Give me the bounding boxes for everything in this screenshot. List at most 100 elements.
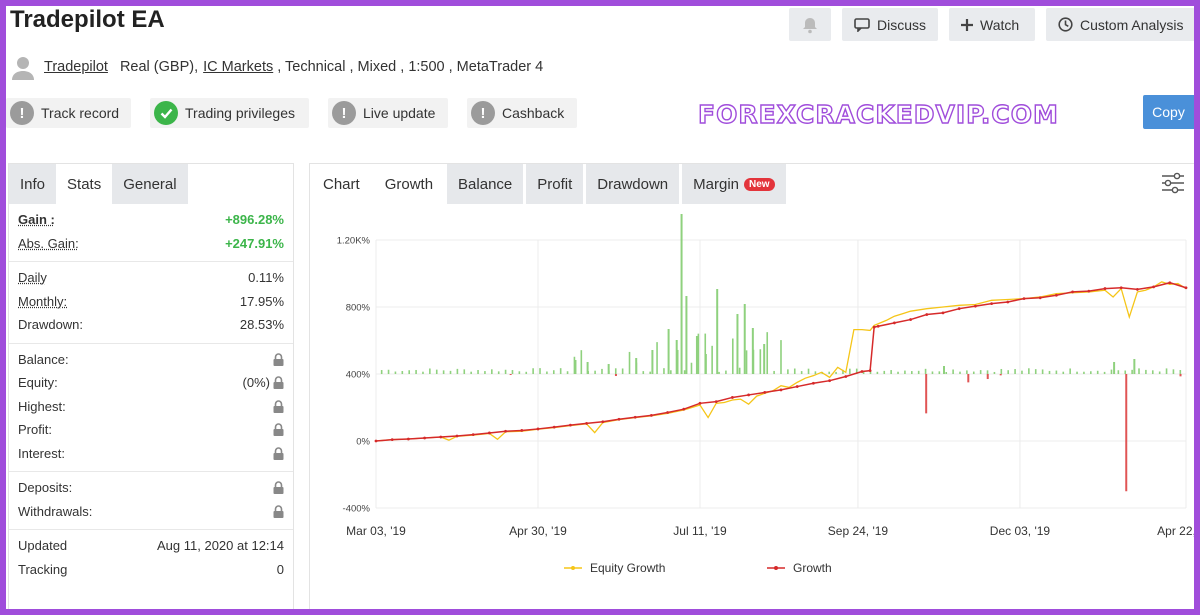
growth-point — [747, 393, 750, 397]
profit-bar — [685, 296, 688, 374]
growth-point — [666, 411, 669, 414]
custom-analysis-button[interactable]: Custom Analysis — [1046, 8, 1194, 41]
tab-drawdown[interactable]: Drawdown — [586, 164, 680, 204]
profit-bar — [380, 370, 383, 374]
profit-bar — [1138, 368, 1140, 374]
growth-point — [714, 400, 718, 404]
meta-section: Updated Aug 11, 2020 at 12:14 Tracking 0 — [9, 530, 293, 587]
discuss-button[interactable]: Discuss — [842, 8, 938, 41]
avatar — [10, 54, 36, 80]
profit-bar — [580, 350, 583, 374]
loss-bar — [925, 374, 928, 414]
abs-gain-label[interactable]: Abs. Gain: — [18, 236, 79, 251]
profit-bar — [945, 371, 948, 374]
custom-analysis-label: Custom Analysis — [1080, 16, 1184, 33]
badge-label: Trading privileges — [185, 105, 295, 121]
lock-icon — [273, 481, 284, 495]
plus-icon — [961, 18, 973, 31]
badge-label: Cashback — [502, 105, 565, 121]
profit-bar — [1131, 369, 1133, 374]
balance-label: Balance: — [18, 351, 69, 367]
tab-profit[interactable]: Profit — [526, 164, 584, 204]
y-tick-label: 400% — [346, 370, 371, 381]
profit-bar — [731, 338, 734, 374]
growth-point — [860, 370, 864, 373]
growth-point — [488, 431, 491, 435]
profit-bar — [635, 358, 638, 374]
badge-cashback[interactable]: ! Cashback — [467, 98, 577, 128]
loss-bar — [967, 374, 970, 383]
profit-bar — [911, 371, 913, 374]
profit-bar — [1124, 370, 1127, 374]
profit-bar — [642, 371, 645, 374]
x-tick-label: Jul 11, '19 — [673, 524, 727, 538]
growth-point — [455, 434, 459, 438]
copy-button[interactable]: Copy — [1143, 95, 1194, 129]
growth-point — [795, 385, 799, 388]
profit-bar — [621, 368, 624, 374]
profit-bar — [518, 371, 521, 374]
watch-button[interactable]: Watch — [949, 8, 1035, 41]
profit-bar — [1083, 371, 1085, 374]
loss-bar — [509, 374, 512, 376]
growth-point — [390, 438, 394, 442]
growth-point — [1038, 296, 1042, 300]
profit-bar — [680, 214, 683, 374]
profit-bar — [1172, 369, 1175, 374]
growth-point — [990, 302, 993, 306]
tab-growth[interactable]: Growth — [374, 164, 444, 204]
rates-section: Daily 0.11% Monthly: 17.95% Drawdown: 28… — [9, 262, 293, 344]
tab-margin-label: Margin — [693, 175, 740, 193]
x-tick-label: Sep 24, '19 — [828, 524, 889, 538]
tracking-value: 0 — [276, 561, 284, 577]
profit-bar — [491, 369, 493, 374]
discuss-label: Discuss — [877, 16, 927, 33]
profit-bar — [539, 368, 541, 374]
page-frame: Tradepilot EA Discuss Watch Custom Analy… — [6, 6, 1194, 609]
tab-general[interactable]: General — [112, 164, 188, 204]
tab-chart[interactable]: Chart — [310, 164, 371, 204]
badge-track-record[interactable]: ! Track record — [6, 98, 131, 128]
gain-row: Gain : +896.28% — [18, 208, 284, 232]
profit-bar — [959, 371, 961, 374]
growth-point — [872, 325, 876, 329]
growth-point — [1168, 281, 1172, 285]
tab-info[interactable]: Info — [9, 164, 57, 204]
growth-point — [552, 425, 556, 429]
monthly-label[interactable]: Monthly: — [18, 294, 67, 309]
badge-trading-privileges[interactable]: Trading privileges — [150, 98, 309, 128]
broker-link[interactable]: IC Markets — [203, 59, 273, 75]
profit-bar — [559, 368, 562, 374]
system-meta-row: Tradepilot Real (GBP), IC Markets , Tech… — [10, 54, 543, 80]
notify-button[interactable] — [789, 8, 831, 41]
lock-icon — [273, 376, 284, 390]
growth-point — [941, 311, 945, 315]
profit-bar — [552, 370, 555, 374]
x-tick-label: Apr 22, '20 — [1157, 524, 1194, 538]
profit-bar — [667, 329, 670, 374]
stats-tabs: Info Stats General — [9, 164, 293, 204]
profit-bar — [904, 370, 906, 374]
tab-balance[interactable]: Balance — [447, 164, 524, 204]
profit-label: Profit: — [18, 422, 52, 438]
updated-row: Updated Aug 11, 2020 at 12:14 — [18, 534, 284, 558]
chart-settings-icon[interactable] — [1161, 172, 1185, 199]
profit-bar — [387, 369, 390, 374]
profit-bar — [849, 368, 851, 374]
loss-bar — [1179, 374, 1182, 377]
daily-label[interactable]: Daily — [18, 270, 47, 285]
profit-bar — [435, 369, 438, 374]
equity-row: Equity: (0%) — [18, 371, 284, 395]
growth-point — [909, 318, 912, 321]
deposits-row: Deposits: — [18, 476, 284, 500]
chart-panel: Chart Growth Balance Profit Drawdown Mar… — [309, 163, 1194, 609]
author-link[interactable]: Tradepilot — [44, 59, 108, 75]
badge-live-update[interactable]: ! Live update — [328, 98, 448, 128]
tab-stats[interactable]: Stats — [56, 164, 112, 204]
y-tick-label: 1.20K% — [337, 236, 371, 247]
gain-label[interactable]: Gain : — [18, 212, 55, 227]
profit-bar — [1034, 369, 1037, 374]
growth-point — [1022, 297, 1026, 301]
profit-bar — [429, 368, 431, 374]
tab-margin[interactable]: Margin New — [682, 164, 786, 204]
